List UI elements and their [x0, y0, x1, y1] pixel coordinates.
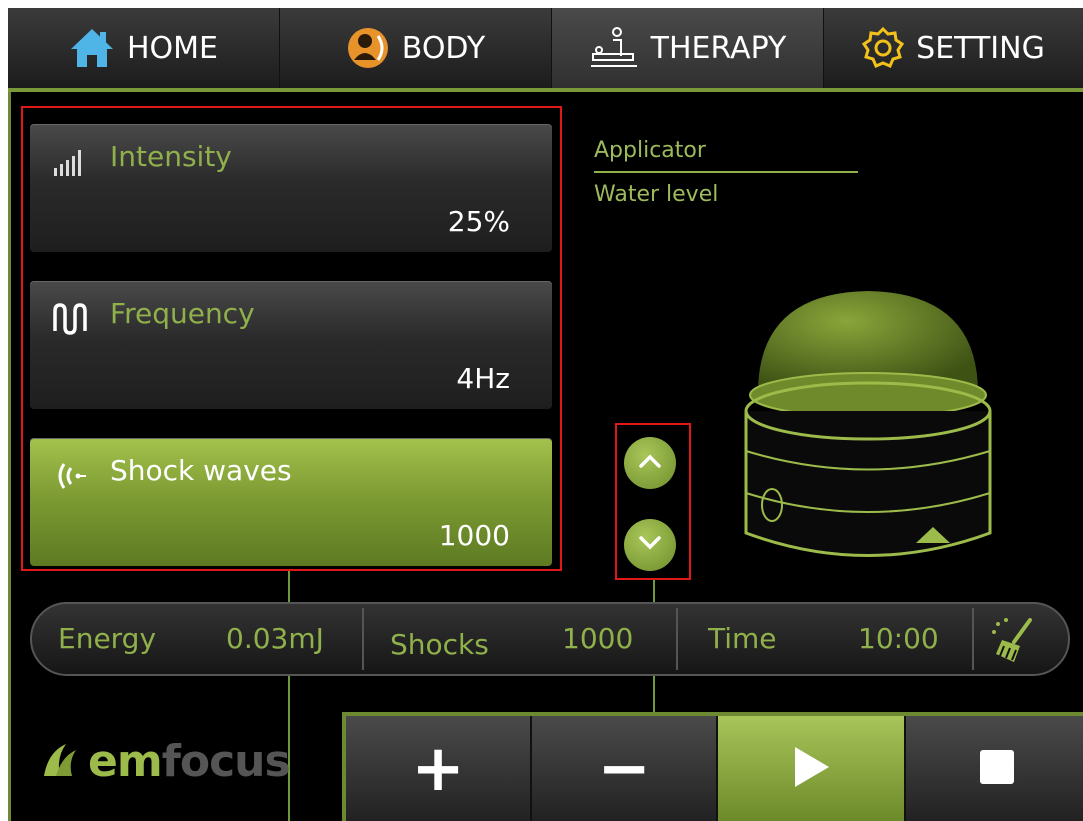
water-level-label: Water level [594, 182, 719, 207]
therapy-icon [589, 26, 639, 70]
tab-setting[interactable]: SETTING [824, 8, 1083, 88]
status-divider [972, 608, 974, 670]
tab-home[interactable]: HOME [8, 8, 280, 88]
leaf-logo-icon [42, 742, 82, 782]
frame-edge [8, 92, 11, 821]
home-icon [69, 27, 115, 69]
applicator-label: Applicator [594, 138, 706, 163]
tab-setting-label: SETTING [916, 30, 1045, 66]
stop-icon [978, 748, 1016, 790]
time-value: 10:00 [858, 622, 939, 655]
play-icon [791, 745, 831, 793]
logo-text-focus: focus [161, 736, 291, 787]
scroll-up-button[interactable] [624, 437, 676, 489]
applicator-image [728, 283, 1008, 583]
tab-therapy-label: THERAPY [650, 30, 787, 66]
minus-icon: − [597, 731, 651, 806]
shocks-label: Shocks [390, 628, 489, 661]
info-divider [594, 171, 858, 173]
top-nav: HOME BODY THERAPY SETTING [8, 8, 1083, 92]
energy-value: 0.03mJ [226, 622, 324, 655]
tab-body-label: BODY [401, 30, 486, 66]
emfocus-logo: emfocus [42, 736, 291, 787]
chevron-down-icon [638, 535, 662, 555]
scroll-down-button[interactable] [624, 519, 676, 571]
tab-body[interactable]: BODY [280, 8, 552, 88]
chevron-up-icon [638, 453, 662, 473]
app-screen: HOME BODY THERAPY SETTING Intensity 25% [8, 8, 1083, 821]
gear-icon [862, 27, 905, 69]
bottom-toolbar: + − [342, 712, 1083, 821]
status-divider [362, 608, 364, 670]
tab-therapy[interactable]: THERAPY [552, 8, 824, 88]
decrease-button[interactable]: − [532, 716, 718, 821]
annotation-box-params [21, 106, 562, 571]
stop-button[interactable] [906, 716, 1083, 821]
play-button[interactable] [718, 716, 906, 821]
time-label: Time [708, 622, 777, 655]
status-divider [676, 608, 678, 670]
increase-button[interactable]: + [346, 716, 532, 821]
status-bar: Energy 0.03mJ Shocks 1000 Time 10:00 [30, 602, 1070, 676]
logo-text-em: em [88, 736, 163, 787]
broom-icon[interactable] [990, 614, 1042, 670]
tab-home-label: HOME [126, 30, 218, 66]
plus-icon: + [411, 731, 465, 806]
shocks-value: 1000 [562, 622, 634, 655]
energy-label: Energy [58, 622, 157, 655]
body-icon [346, 26, 390, 70]
